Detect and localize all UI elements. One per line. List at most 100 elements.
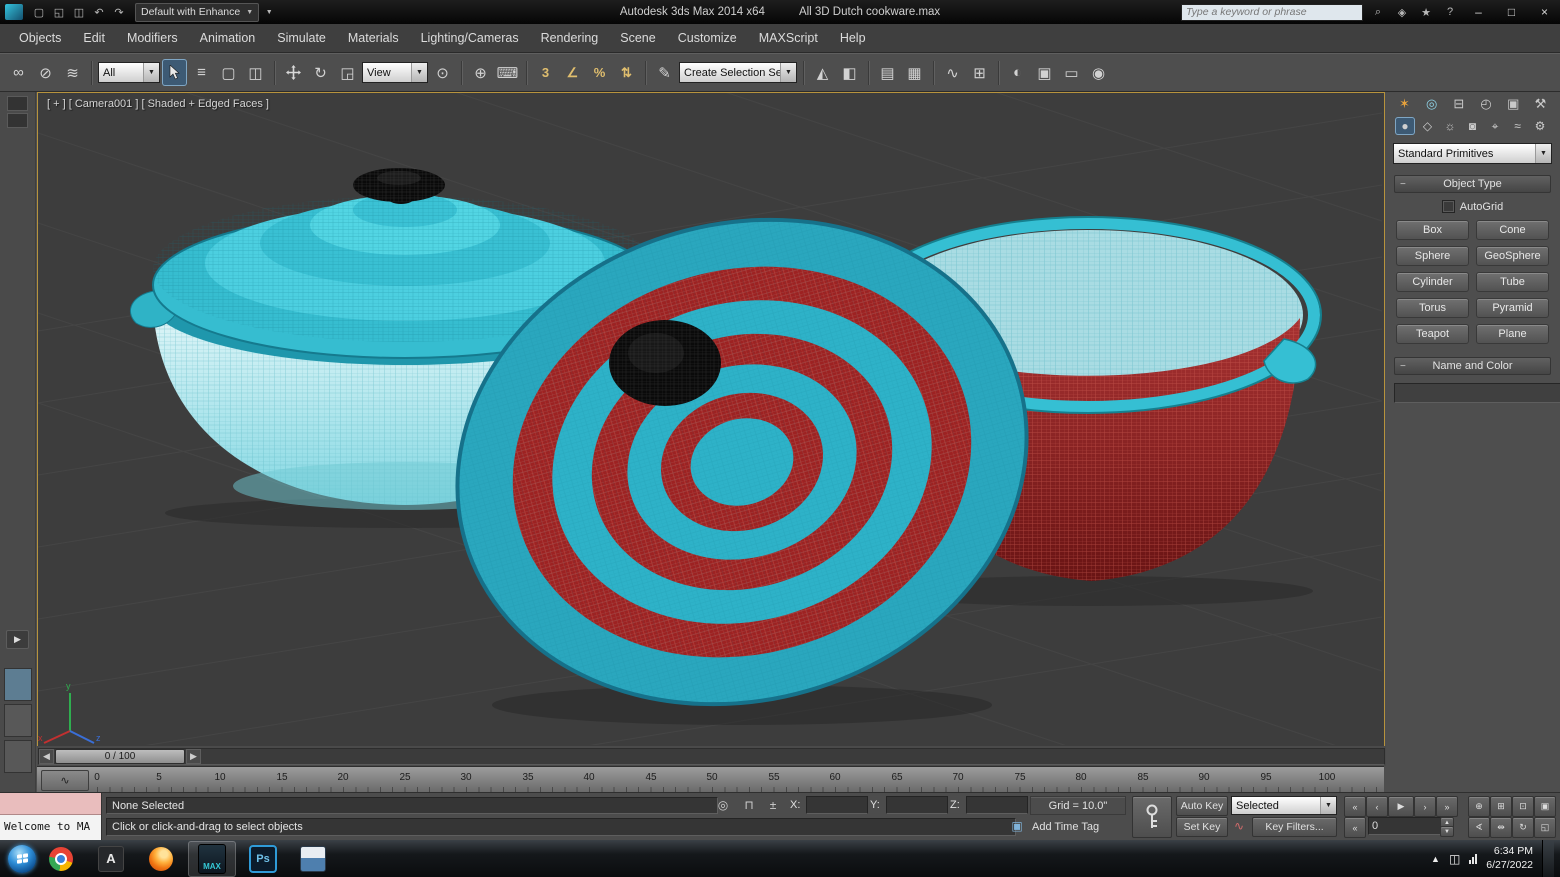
next-frame-arrow[interactable]: ▶ — [186, 749, 201, 764]
align-icon[interactable]: ◧ — [837, 59, 862, 86]
set-keys-button[interactable] — [1132, 796, 1172, 838]
minimize-button[interactable]: – — [1465, 3, 1492, 22]
select-scale-icon[interactable]: ◲ — [335, 59, 360, 86]
new-scene-icon[interactable]: ▢ — [29, 3, 49, 21]
snaps-toggle-icon[interactable]: 3 — [533, 59, 558, 86]
select-rotate-icon[interactable]: ↻ — [308, 59, 333, 86]
previous-frame-arrow[interactable]: ◀ — [39, 749, 54, 764]
motion-tab-icon[interactable]: ◴ — [1475, 94, 1498, 113]
menu-simulate[interactable]: Simulate — [266, 24, 337, 52]
menu-modifiers[interactable]: Modifiers — [116, 24, 189, 52]
rendered-frame-icon[interactable]: ▭ — [1059, 59, 1084, 86]
expand-panel-arrow-icon[interactable]: ▶ — [6, 630, 29, 649]
max-app-icon[interactable] — [5, 4, 23, 20]
unlink-selection-icon[interactable]: ⊘ — [33, 59, 58, 86]
layer-explorer-tile[interactable] — [7, 113, 28, 128]
primitives-dropdown[interactable]: Standard Primitives ▼ — [1393, 143, 1552, 164]
display-tab-icon[interactable]: ▣ — [1502, 94, 1525, 113]
cameras-category-icon[interactable]: ◙ — [1463, 117, 1483, 135]
taskbar-3dsmax-icon[interactable]: MAX — [188, 841, 236, 877]
mini-curve-editor-button[interactable]: ∿ — [41, 770, 89, 791]
orbit-icon[interactable]: ↻ — [1512, 817, 1534, 838]
undo-icon[interactable]: ↶ — [89, 3, 109, 21]
open-file-icon[interactable]: ◱ — [49, 3, 69, 21]
render-setup-icon[interactable]: ▣ — [1032, 59, 1057, 86]
plane-button[interactable]: Plane — [1476, 324, 1549, 344]
sign-in-icon[interactable]: ◈ — [1393, 3, 1411, 21]
keyboard-override-icon[interactable]: ⌨ — [495, 59, 520, 86]
cylinder-button[interactable]: Cylinder — [1396, 272, 1469, 292]
taskbar-autodesk-app-icon[interactable]: A — [88, 842, 134, 876]
time-tag-icon[interactable]: ▣ — [1008, 818, 1026, 834]
isolate-selection-icon[interactable]: ◎ — [714, 797, 732, 813]
layer-manager-icon[interactable]: ▤ — [875, 59, 900, 86]
pivot-point-center-icon[interactable]: ⊙ — [430, 59, 455, 86]
teapot-button[interactable]: Teapot — [1396, 324, 1469, 344]
named-selection-set-combo[interactable]: Create Selection Se ▼ — [679, 62, 797, 83]
maximize-button[interactable]: □ — [1498, 3, 1525, 22]
menu-materials[interactable]: Materials — [337, 24, 410, 52]
search-icon[interactable]: ⌕ — [1369, 3, 1387, 21]
menu-maxscript[interactable]: MAXScript — [748, 24, 829, 52]
systems-category-icon[interactable]: ⚙ — [1530, 117, 1550, 135]
taskbar-photoshop-icon[interactable]: Ps — [240, 842, 286, 876]
zoom-extents-icon[interactable]: ⊡ — [1512, 796, 1534, 817]
hierarchy-tab-icon[interactable]: ⊟ — [1447, 94, 1470, 113]
select-object-icon[interactable] — [162, 59, 187, 86]
viewport-layout-tab-3[interactable] — [4, 740, 32, 773]
render-production-icon[interactable]: ◉ — [1086, 59, 1111, 86]
favorites-icon[interactable]: ★ — [1417, 3, 1435, 21]
show-desktop-button[interactable] — [1542, 840, 1554, 877]
taskbar-capture-tool-icon[interactable] — [290, 842, 336, 876]
workspace-dropdown[interactable]: Default with Enhance ▼ — [135, 3, 259, 22]
menu-edit[interactable]: Edit — [72, 24, 116, 52]
select-and-link-icon[interactable]: ∞ — [6, 59, 31, 86]
key-filter-scope-combo[interactable]: Selected ▼ — [1231, 796, 1337, 815]
frame-spin-down[interactable]: ▼ — [1440, 826, 1454, 837]
time-slider-track[interactable]: ◀ 0 / 100 ▶ — [38, 748, 1385, 765]
key-filters-curve-icon[interactable]: ∿ — [1230, 818, 1248, 834]
curve-editor-icon[interactable]: ∿ — [940, 59, 965, 86]
window-crossing-icon[interactable]: ◫ — [243, 59, 268, 86]
box-button[interactable]: Box — [1396, 220, 1469, 240]
select-move-icon[interactable] — [281, 59, 306, 86]
selection-region-icon[interactable]: ▢ — [216, 59, 241, 86]
maxscript-mini-listener[interactable]: Welcome to MA — [0, 793, 102, 841]
menu-scene[interactable]: Scene — [609, 24, 666, 52]
menu-objects[interactable]: Objects — [8, 24, 72, 52]
pyramid-button[interactable]: Pyramid — [1476, 298, 1549, 318]
bind-to-spacewarp-icon[interactable]: ≋ — [60, 59, 85, 86]
taskbar-firefox-icon[interactable] — [138, 842, 184, 876]
select-by-name-icon[interactable]: ≡ — [189, 59, 214, 86]
save-file-icon[interactable]: ◫ — [69, 3, 89, 21]
sphere-button[interactable]: Sphere — [1396, 246, 1469, 266]
create-tab-icon[interactable]: ✶ — [1393, 94, 1416, 113]
maximize-viewport-icon[interactable]: ◱ — [1534, 817, 1556, 838]
start-button[interactable] — [8, 845, 36, 873]
reference-coordinate-combo[interactable]: View ▼ — [362, 62, 428, 83]
key-filters-button[interactable]: Key Filters... — [1252, 817, 1337, 837]
zoom-region-icon[interactable]: ▣ — [1534, 796, 1556, 817]
current-frame-field[interactable] — [1368, 817, 1442, 835]
previous-frame-button[interactable]: ‹ — [1366, 796, 1388, 817]
spacew-category-icon[interactable]: ≈ — [1508, 117, 1528, 135]
edit-named-sets-icon[interactable]: ✎ — [652, 59, 677, 86]
auto-key-button[interactable]: Auto Key — [1176, 796, 1228, 816]
macro-recorder-row[interactable] — [0, 793, 101, 815]
menu-lighting-cameras[interactable]: Lighting/Cameras — [410, 24, 530, 52]
close-button[interactable]: × — [1531, 3, 1558, 22]
camera-viewport[interactable]: [ + ] [ Camera001 ] [ Shaded + Edged Fac… — [37, 92, 1385, 748]
tray-network-icon[interactable] — [1469, 854, 1477, 864]
shapes-category-icon[interactable]: ◇ — [1418, 117, 1438, 135]
tube-button[interactable]: Tube — [1476, 272, 1549, 292]
cone-button[interactable]: Cone — [1476, 220, 1549, 240]
mirror-icon[interactable]: ◭ — [810, 59, 835, 86]
object-type-rollout-header[interactable]: − Object Type — [1394, 175, 1551, 193]
track-bar[interactable]: ∿ 0 5 10 15 20 25 30 35 40 45 50 55 60 6… — [37, 766, 1384, 793]
schematic-view-icon[interactable]: ⊞ — [967, 59, 992, 86]
taskbar-clock[interactable]: 6:34 PM 6/27/2022 — [1486, 845, 1533, 872]
percent-snap-icon[interactable]: % — [587, 59, 612, 86]
spinner-snap-icon[interactable]: ⇅ — [614, 59, 639, 86]
geometry-category-icon[interactable]: ● — [1395, 117, 1415, 135]
viewport-label[interactable]: [ + ] [ Camera001 ] [ Shaded + Edged Fac… — [47, 98, 269, 110]
